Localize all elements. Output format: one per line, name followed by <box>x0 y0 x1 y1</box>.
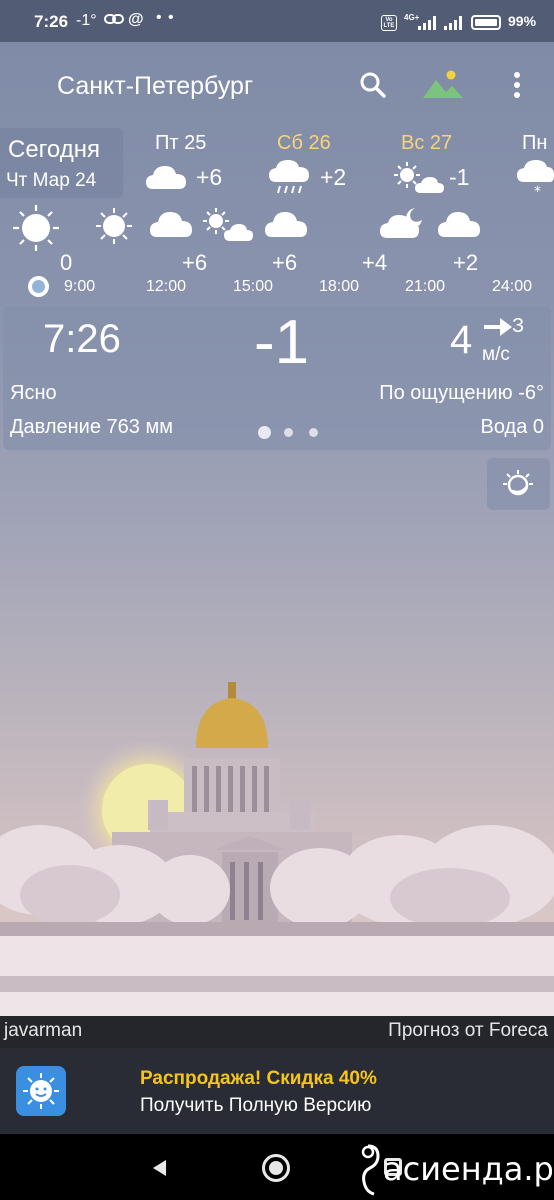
today-label: Сегодня <box>8 136 100 163</box>
status-temperature: -1° <box>76 12 97 29</box>
forecast-source[interactable]: Прогноз от Foreca <box>388 1020 548 1042</box>
hour-time: 21:00 <box>405 278 446 295</box>
hour-time: 9:00 <box>64 278 96 295</box>
city-photo <box>0 682 554 1018</box>
promo-banner[interactable] <box>0 1048 554 1134</box>
day-temp: +2 <box>320 164 347 190</box>
wind-unit: м/с <box>482 344 510 365</box>
day-name[interactable]: Вс 27 <box>401 132 452 155</box>
cloud-icon <box>150 212 192 237</box>
photo-author[interactable]: javarman <box>4 1020 82 1042</box>
promo-subtitle: Получить Полную Версию <box>140 1095 372 1116</box>
snow-cloud-icon: * <box>517 160 554 196</box>
hour-time: 24:00 <box>492 278 533 295</box>
hour-time: 12:00 <box>146 278 187 295</box>
water-temperature: Вода 0 <box>480 416 545 438</box>
city-title[interactable]: Санкт-Петербург <box>57 72 253 101</box>
rain-cloud-icon <box>269 160 309 194</box>
day-name[interactable]: Пн <box>522 132 547 155</box>
hour-time: 15:00 <box>233 278 274 295</box>
feels-like: По ощущению -6° <box>379 382 544 404</box>
notification-dots: • • <box>156 9 175 26</box>
current-time-marker <box>28 276 49 297</box>
hour-temp: +2 <box>453 250 479 275</box>
moon-cloud-icon <box>380 208 422 238</box>
today-date: Чт Мар 24 <box>6 170 97 191</box>
day-temp: -1 <box>449 164 470 190</box>
landscape-icon[interactable] <box>422 68 464 100</box>
wind-speed: 4 <box>450 318 473 362</box>
cloud-icon <box>146 166 186 189</box>
hour-temp: +6 <box>272 250 298 275</box>
search-icon[interactable] <box>358 70 388 100</box>
sun-cloud-icon <box>394 162 444 193</box>
hour-temp: +6 <box>182 250 208 275</box>
day-temp: +6 <box>196 164 223 190</box>
sun-icon <box>13 205 59 251</box>
battery-icon <box>471 15 501 30</box>
hour-temp: +4 <box>362 250 388 275</box>
sun-face-icon <box>23 1073 59 1109</box>
current-time: 7:26 <box>43 317 121 361</box>
at-icon: @ <box>128 11 144 28</box>
cloud-icon <box>265 212 307 237</box>
condition-text: Ясно <box>10 382 57 404</box>
sun-moon-icon <box>503 470 533 496</box>
page-indicator-dot <box>284 428 293 437</box>
sun-icon <box>96 208 132 244</box>
wind-arrow-icon <box>484 318 512 336</box>
more-vert-icon[interactable] <box>505 70 529 100</box>
page-indicator-dot <box>309 428 318 437</box>
day-name[interactable]: Сб 26 <box>277 132 331 155</box>
svg-text:*: * <box>534 184 541 196</box>
link-icon <box>104 14 124 24</box>
status-time: 7:26 <box>34 12 69 31</box>
promo-title: Распродажа! Скидка 40% <box>140 1068 377 1089</box>
back-icon[interactable] <box>150 1158 170 1178</box>
day-name[interactable]: Пт 25 <box>155 132 206 155</box>
volte-icon: Vo LTE <box>381 15 397 31</box>
wind-direction: З <box>512 315 525 337</box>
sun-cloud-icon <box>203 208 253 241</box>
cloud-icon <box>438 212 480 237</box>
page-indicator-dot <box>258 426 271 439</box>
current-temperature: -1 <box>254 308 310 377</box>
signal-icon <box>444 16 462 30</box>
battery-percent: 99% <box>508 13 537 29</box>
hour-temp: 0 <box>60 250 73 275</box>
hour-time: 18:00 <box>319 278 360 295</box>
pressure: Давление 763 мм <box>10 416 173 438</box>
signal-icon <box>418 16 436 30</box>
home-button[interactable] <box>262 1154 290 1182</box>
watermark-text: асиенда.ру <box>383 1150 554 1188</box>
